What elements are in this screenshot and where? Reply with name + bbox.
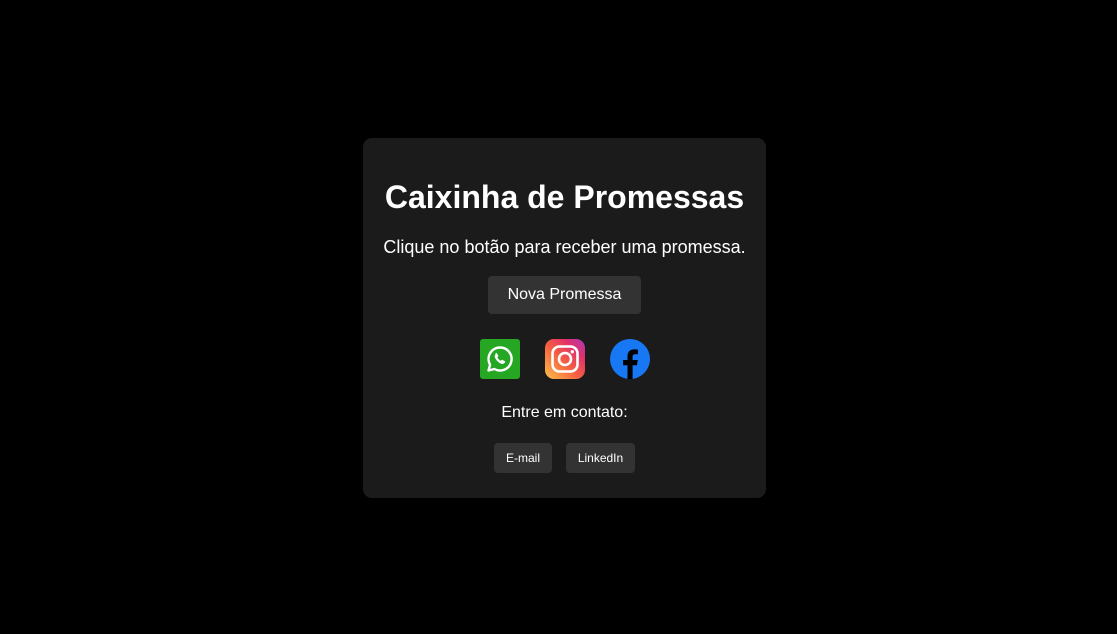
page-title: Caixinha de Promessas <box>384 179 745 215</box>
whatsapp-link[interactable] <box>480 339 520 379</box>
contact-label: Entre em contato: <box>501 404 628 421</box>
social-links <box>363 339 766 379</box>
instagram-icon <box>545 339 585 379</box>
email-button[interactable]: E-mail <box>494 443 552 473</box>
linkedin-button[interactable]: LinkedIn <box>566 443 635 473</box>
new-promise-button[interactable]: Nova Promessa <box>488 276 641 314</box>
instruction-text: Clique no botão para receber uma promess… <box>383 237 746 257</box>
instagram-link[interactable] <box>545 339 585 379</box>
facebook-link[interactable] <box>610 339 650 379</box>
facebook-icon <box>610 339 650 379</box>
promise-card: Caixinha de Promessas Clique no botão pa… <box>363 138 766 498</box>
whatsapp-icon <box>480 339 520 379</box>
